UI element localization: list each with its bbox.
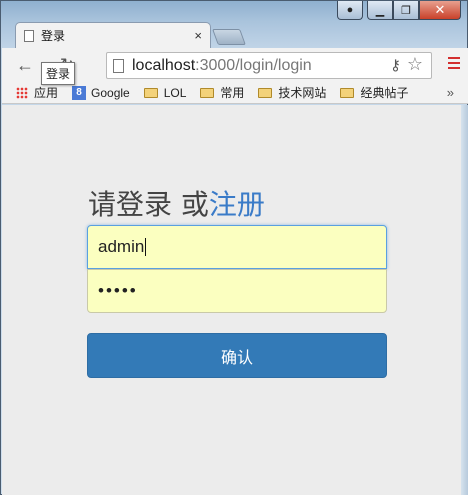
bookmark-folder-classic[interactable]: 经典帖子	[340, 84, 408, 101]
close-window-button[interactable]: ✕	[419, 1, 461, 20]
menu-icon[interactable]	[448, 57, 460, 69]
window-border-right	[461, 105, 468, 495]
page-title: 请登录 或注册	[88, 183, 265, 223]
username-value: admin	[98, 237, 145, 256]
close-tab-icon[interactable]: ×	[194, 28, 202, 43]
folder-icon	[200, 87, 215, 98]
apps-grid-icon	[16, 86, 28, 99]
bookmark-label: 常用	[220, 86, 245, 100]
bookmark-folder-lol[interactable]: LOL	[143, 85, 187, 100]
bookmarks-bar: 应用 8 Google LOL 常用 技术网站 经典帖子 »	[2, 82, 468, 104]
folder-icon	[340, 87, 355, 98]
tooltip: 登录	[41, 62, 76, 85]
user-profile-button[interactable]: ●	[337, 1, 363, 20]
folder-icon	[143, 87, 158, 98]
google-icon: 8	[72, 85, 87, 100]
minimize-button[interactable]: ▁	[367, 1, 393, 20]
url-host: localhost	[132, 56, 196, 74]
bookmark-apps[interactable]: 应用	[16, 84, 58, 101]
page-icon	[113, 58, 124, 73]
bookmark-label: LOL	[163, 85, 187, 100]
bookmark-google[interactable]: 8 Google	[72, 85, 130, 100]
key-icon[interactable]: ⚷	[390, 56, 401, 74]
bookmark-star-icon[interactable]: ☆	[407, 54, 423, 75]
page-icon	[24, 29, 34, 42]
maximize-button[interactable]: ❐	[393, 1, 419, 20]
password-value: •••••	[98, 281, 138, 300]
address-bar[interactable]: localhost:3000/login/login ⚷ ☆	[106, 52, 432, 79]
back-button[interactable]: ←	[12, 52, 38, 78]
tab-login[interactable]: 登录 ×	[15, 22, 211, 48]
page-viewport: 请登录 或注册 admin ••••• 确认	[2, 105, 461, 495]
register-link[interactable]: 注册	[209, 188, 265, 221]
bookmark-label: 应用	[34, 86, 59, 100]
tab-title: 登录	[41, 29, 66, 43]
browser-window: ● ▁ ❐ ✕ 登录 × ← ↻ localhost:3000/login/lo…	[0, 0, 468, 495]
username-field[interactable]: admin	[87, 225, 387, 269]
window-controls: ● ▁ ❐ ✕	[335, 1, 461, 20]
folder-icon	[258, 87, 273, 98]
text-caret	[145, 238, 147, 256]
confirm-button[interactable]: 确认	[87, 333, 387, 378]
url-path: :3000/login/login	[195, 56, 312, 74]
bookmark-folder-tech[interactable]: 技术网站	[258, 84, 326, 101]
bookmark-folder-common[interactable]: 常用	[200, 84, 244, 101]
heading-text: 请登录 或	[88, 188, 209, 221]
new-tab-button[interactable]	[212, 29, 246, 45]
bookmark-label: 经典帖子	[360, 86, 409, 100]
more-bookmarks-icon[interactable]: »	[447, 85, 454, 100]
bookmark-label: 技术网站	[278, 86, 327, 100]
password-field[interactable]: •••••	[87, 269, 387, 313]
bookmark-label: Google	[91, 85, 130, 100]
